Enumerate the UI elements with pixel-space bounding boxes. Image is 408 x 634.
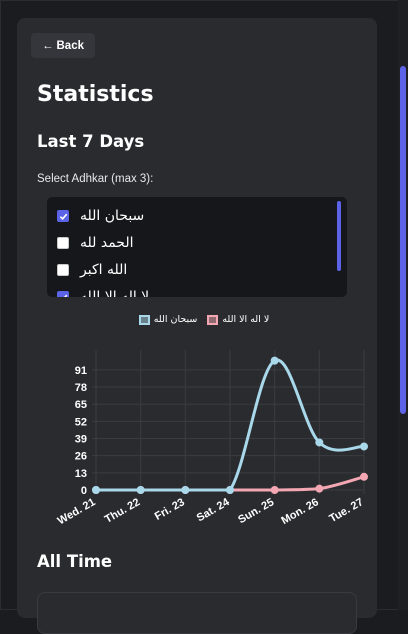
data-point (270, 486, 279, 494)
section-title-all-time: All Time (37, 552, 113, 571)
all-time-card (37, 592, 357, 634)
adhkar-select-list[interactable]: سبحان الله الحمد لله الله اكبر لا اله ال… (47, 197, 347, 297)
y-tick-label: 26 (75, 451, 87, 463)
data-point (136, 486, 145, 494)
statistics-panel: ← Back Statistics Last 7 Days Select Adh… (17, 18, 377, 634)
x-tick-label: Fri. 23 (153, 496, 187, 523)
x-tick-label: Tue. 27 (327, 496, 365, 525)
adhkar-option[interactable]: لا اله الا الله (57, 286, 149, 297)
adhkar-option[interactable]: الله اكبر (57, 259, 127, 281)
y-tick-label: 78 (75, 382, 87, 394)
y-tick-label: 65 (75, 399, 87, 411)
adhkar-checkbox[interactable] (57, 291, 69, 297)
adhkar-line-chart: سبحان الله لا اله الا الله 0 13 26 39 52 65 78… (34, 308, 374, 548)
adhkar-option-label: سبحان الله (80, 208, 145, 224)
x-tick-label: Thu. 22 (103, 496, 142, 526)
x-tick-label: Wed. 21 (56, 496, 98, 527)
adhkar-select-label: Select Adhkar (max 3): (37, 173, 154, 185)
data-point (315, 438, 324, 447)
adhkar-checkbox[interactable] (57, 264, 69, 276)
arrow-left-icon: ← (42, 39, 54, 52)
y-tick-label: 52 (75, 416, 87, 428)
section-title-last-7-days: Last 7 Days (37, 132, 145, 151)
x-tick-label: Sun. 25 (236, 496, 276, 526)
data-point (92, 486, 100, 494)
chart-canvas: 0 13 26 39 52 65 78 91 Wed. 21 Thu. 22 Fri. 23 Sat.… (56, 350, 368, 527)
adhkar-option[interactable]: سبحان الله (57, 205, 144, 227)
adhkar-option-label: الحمد لله (80, 235, 134, 251)
y-tick-label: 13 (75, 468, 87, 480)
page-scrollbar-thumb[interactable] (400, 66, 406, 414)
y-tick-label: 39 (75, 434, 87, 446)
data-point (181, 486, 190, 494)
page-scrollbar[interactable] (398, 0, 408, 610)
data-point (360, 442, 368, 451)
page-title: Statistics (37, 82, 154, 107)
data-point (270, 356, 279, 365)
adhkar-checkbox[interactable] (57, 237, 69, 249)
adhkar-checkbox[interactable] (57, 210, 69, 222)
y-tick-label: 91 (75, 365, 87, 377)
x-tick-label: Mon. 26 (279, 496, 320, 527)
adhkar-option-label: لا اله الا الله (80, 289, 150, 297)
y-tick-label: 0 (81, 485, 87, 497)
x-tick-label: Sat. 24 (195, 496, 232, 525)
list-scrollbar-thumb[interactable] (337, 201, 341, 271)
back-button[interactable]: ← Back (31, 33, 95, 58)
data-point (226, 486, 234, 494)
back-button-label: Back (56, 39, 85, 52)
adhkar-option[interactable]: الحمد لله (57, 232, 134, 254)
data-point (315, 484, 324, 493)
data-point (360, 472, 368, 481)
adhkar-option-label: الله اكبر (80, 262, 128, 278)
